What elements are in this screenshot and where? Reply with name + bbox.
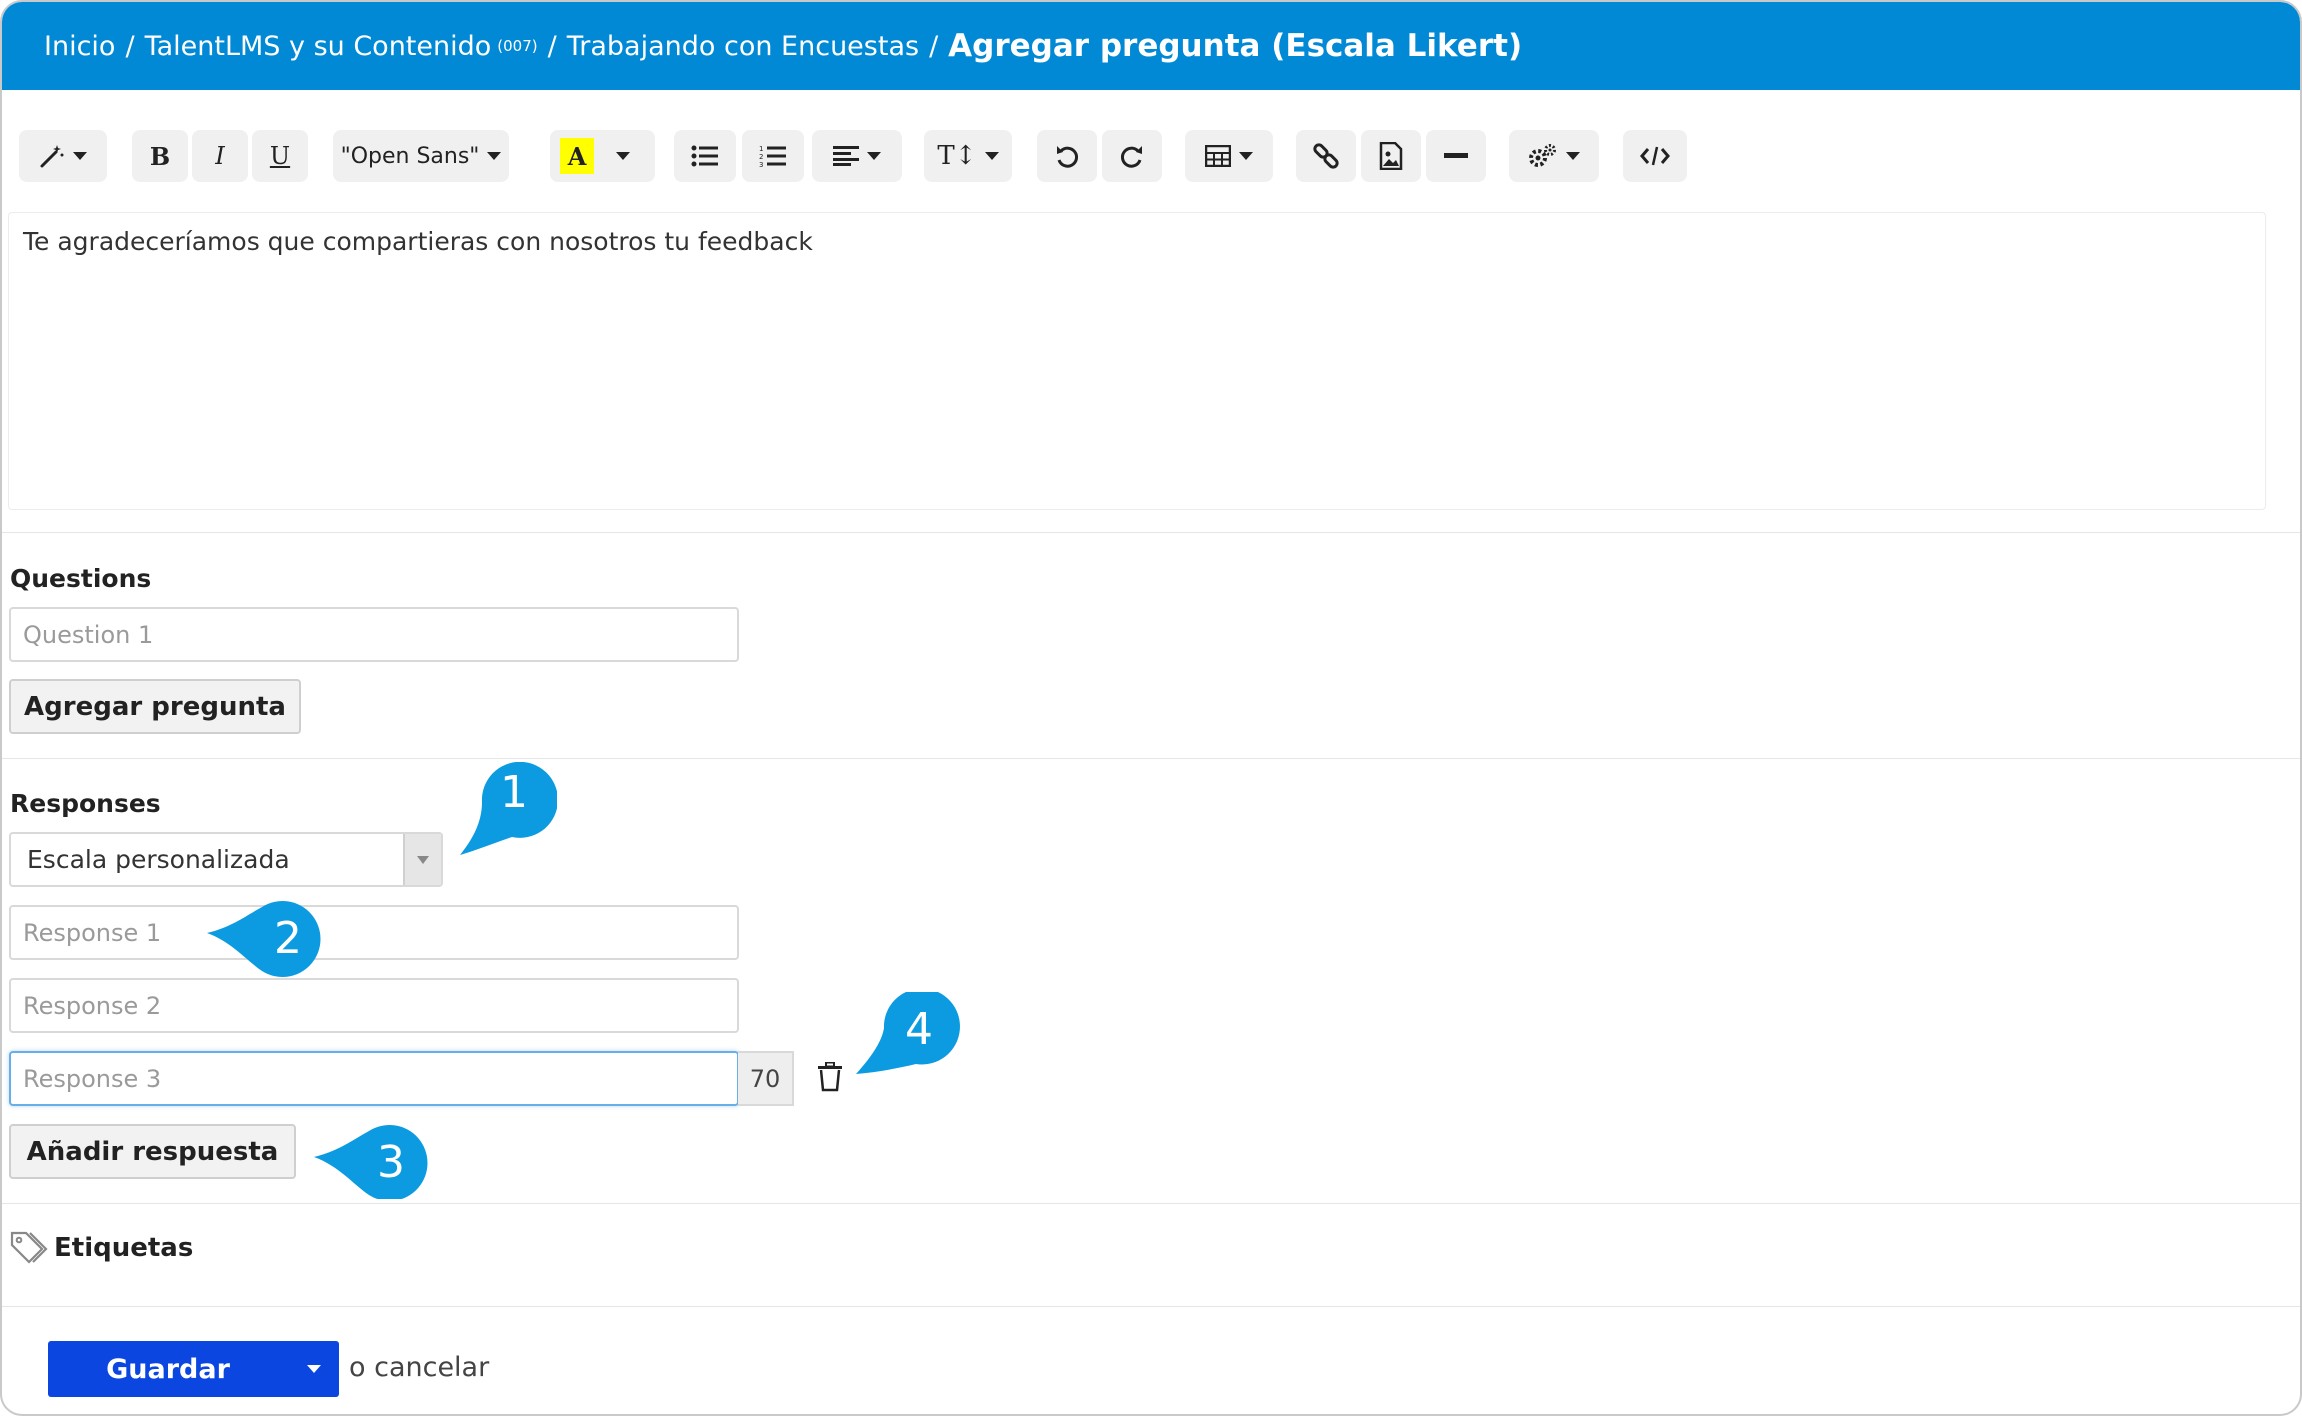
callout-1-number: 1 — [500, 767, 528, 818]
callout-4: 4 — [856, 992, 960, 1074]
breadcrumb-unit[interactable]: Trabajando con Encuestas — [567, 31, 919, 62]
response-2-input[interactable] — [9, 978, 739, 1033]
svg-text:3: 3 — [759, 161, 763, 168]
dropdown-arrow-icon — [403, 834, 441, 885]
responses-label: Responses — [10, 789, 161, 818]
code-icon — [1640, 146, 1670, 166]
response-3-input[interactable] — [9, 1051, 739, 1106]
add-response-button[interactable]: Añadir respuesta — [9, 1124, 296, 1179]
divider — [2, 1203, 2300, 1204]
highlight-color-button[interactable]: A — [550, 130, 655, 182]
magic-wand-icon — [40, 145, 64, 168]
character-counter: 70 — [738, 1051, 794, 1106]
image-button[interactable] — [1361, 130, 1421, 182]
table-icon — [1205, 145, 1231, 167]
delete-response-button[interactable] — [817, 1061, 843, 1096]
question-1-input[interactable] — [9, 607, 739, 662]
bold-button[interactable]: B — [132, 130, 188, 182]
breadcrumb-course-code: (007) — [497, 37, 538, 55]
cancel-link[interactable]: o cancelar — [349, 1352, 489, 1383]
chevron-down-icon — [616, 152, 630, 160]
save-button-group: Guardar — [48, 1341, 339, 1397]
questions-label: Questions — [10, 564, 152, 593]
chevron-down-icon — [487, 152, 502, 160]
callout-1: 1 — [460, 762, 557, 855]
divider — [2, 758, 2300, 759]
undo-icon — [1057, 146, 1079, 168]
callout-2: 2 — [207, 901, 321, 977]
scale-type-select[interactable]: Escala personalizada — [9, 832, 443, 887]
redo-button[interactable] — [1102, 130, 1162, 182]
horizontal-rule-icon — [1444, 153, 1468, 158]
highlight-icon: A — [560, 138, 594, 174]
align-left-icon — [833, 146, 859, 166]
breadcrumb-separator: / — [125, 30, 135, 62]
undo-button[interactable] — [1037, 130, 1097, 182]
chevron-down-icon — [867, 152, 881, 160]
numbered-list-button[interactable]: 1 2 3 — [742, 130, 804, 182]
text-size-button[interactable]: T↕ — [924, 130, 1012, 182]
redo-icon — [1120, 146, 1142, 168]
svg-text:1: 1 — [759, 145, 763, 153]
chevron-down-icon — [1566, 152, 1580, 160]
save-options-dropdown[interactable] — [288, 1341, 339, 1397]
bullet-list-button[interactable] — [674, 130, 736, 182]
tags-section[interactable]: Etiquetas — [10, 1230, 193, 1266]
gears-icon — [1529, 144, 1556, 167]
chevron-down-icon — [1239, 152, 1253, 160]
align-button[interactable] — [812, 130, 902, 182]
breadcrumb-course[interactable]: TalentLMS y su Contenido — [145, 31, 492, 62]
callout-3: 3 — [314, 1125, 428, 1199]
underline-button[interactable]: U — [252, 130, 308, 182]
magic-style-button[interactable] — [19, 130, 107, 182]
link-button[interactable] — [1296, 130, 1356, 182]
chevron-down-icon — [73, 152, 87, 160]
settings-button[interactable] — [1509, 130, 1599, 182]
callout-2-number: 2 — [274, 913, 302, 964]
numbered-list-icon: 1 2 3 — [759, 145, 786, 168]
image-icon — [1379, 142, 1403, 170]
italic-button[interactable]: I — [192, 130, 248, 182]
divider — [2, 1306, 2300, 1307]
tag-icon — [10, 1231, 48, 1264]
text-size-icon: T↕ — [937, 141, 977, 171]
editor-content: Te agradeceríamos que compartieras con n… — [23, 227, 813, 256]
response-1-input[interactable] — [9, 905, 739, 960]
code-view-button[interactable] — [1623, 130, 1687, 182]
link-icon — [1313, 143, 1339, 169]
bullet-list-icon — [691, 145, 718, 167]
save-button[interactable]: Guardar — [48, 1341, 288, 1397]
callout-4-number: 4 — [905, 1004, 933, 1055]
font-family-label: "Open Sans" — [340, 143, 480, 169]
question-text-editor[interactable]: Te agradeceríamos que compartieras con n… — [8, 212, 2266, 510]
tags-label: Etiquetas — [54, 1233, 194, 1263]
breadcrumb-home[interactable]: Inicio — [44, 31, 115, 62]
app-frame: Inicio / TalentLMS y su Contenido (007) … — [0, 0, 2302, 1416]
chevron-down-icon — [306, 1365, 321, 1373]
callout-3-number: 3 — [377, 1137, 405, 1188]
trash-icon — [818, 1061, 842, 1092]
scale-type-value: Escala personalizada — [27, 845, 290, 874]
horizontal-rule-button[interactable] — [1426, 130, 1486, 182]
svg-text:2: 2 — [759, 153, 763, 161]
breadcrumb-separator: / — [547, 30, 557, 62]
table-button[interactable] — [1185, 130, 1273, 182]
font-family-select[interactable]: "Open Sans" — [333, 130, 509, 182]
breadcrumb: Inicio / TalentLMS y su Contenido (007) … — [2, 2, 2300, 90]
breadcrumb-separator: / — [929, 30, 939, 62]
chevron-down-icon — [984, 152, 999, 160]
page-title: Agregar pregunta (Escala Likert) — [948, 28, 1523, 64]
divider — [2, 532, 2300, 533]
add-question-button[interactable]: Agregar pregunta — [9, 679, 301, 734]
